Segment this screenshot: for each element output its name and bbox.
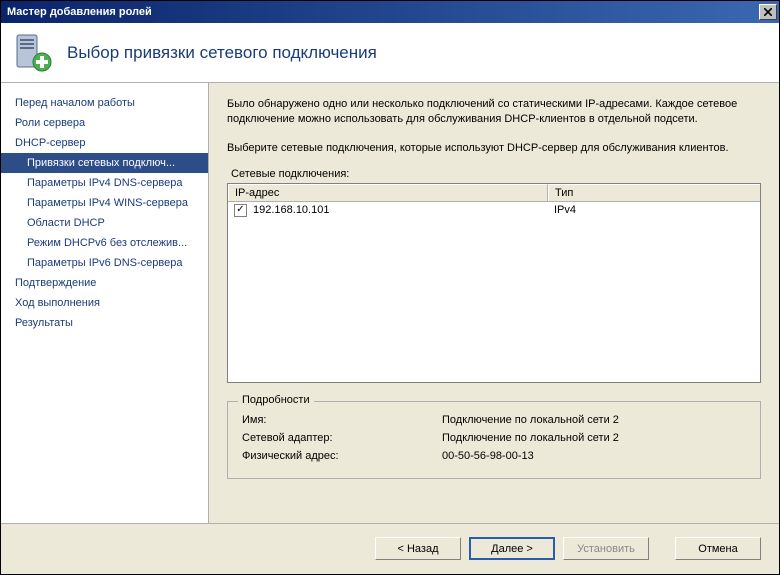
sidebar-item-1[interactable]: Роли сервера xyxy=(1,113,208,133)
sidebar-item-8[interactable]: Параметры IPv6 DNS-сервера xyxy=(1,253,208,273)
sidebar-item-7[interactable]: Режим DHCPv6 без отслежив... xyxy=(1,233,208,253)
install-button: Установить xyxy=(563,537,649,560)
connections-table: IP-адрес Тип ✓ 192.168.10.101 IPv4 xyxy=(227,183,761,383)
back-button[interactable]: < Назад xyxy=(375,537,461,560)
sidebar-item-0[interactable]: Перед началом работы xyxy=(1,93,208,113)
detail-row-name: Имя: Подключение по локальной сети 2 xyxy=(242,414,746,426)
detail-row-mac: Физический адрес: 00-50-56-98-00-13 xyxy=(242,450,746,462)
detail-mac-value: 00-50-56-98-00-13 xyxy=(442,450,746,462)
sidebar-item-5[interactable]: Параметры IPv4 WINS-сервера xyxy=(1,193,208,213)
close-button[interactable] xyxy=(759,4,777,20)
column-type[interactable]: Тип xyxy=(548,184,760,201)
connection-checkbox[interactable]: ✓ xyxy=(234,204,247,217)
page-title: Выбор привязки сетевого подключения xyxy=(67,43,377,63)
titlebar: Мастер добавления ролей xyxy=(1,1,779,23)
ip-value: 192.168.10.101 xyxy=(253,204,329,216)
table-header: IP-адрес Тип xyxy=(228,184,760,202)
details-legend: Подробности xyxy=(238,394,314,406)
detail-mac-label: Физический адрес: xyxy=(242,450,442,462)
wizard-header: Выбор привязки сетевого подключения xyxy=(1,23,779,83)
instruction-text: Выберите сетевые подключения, которые ис… xyxy=(227,142,761,154)
cell-ip: ✓ 192.168.10.101 xyxy=(234,204,554,217)
wizard-sidebar: Перед началом работыРоли сервераDHCP-сер… xyxy=(1,83,209,523)
button-bar: < Назад Далее > Установить Отмена xyxy=(1,523,779,573)
detail-name-value: Подключение по локальной сети 2 xyxy=(442,414,746,426)
close-icon xyxy=(764,8,772,16)
sidebar-item-3[interactable]: Привязки сетевых подключ... xyxy=(1,153,208,173)
detail-adapter-label: Сетевой адаптер: xyxy=(242,432,442,444)
next-button[interactable]: Далее > xyxy=(469,537,555,560)
detail-name-label: Имя: xyxy=(242,414,442,426)
detail-adapter-value: Подключение по локальной сети 2 xyxy=(442,432,746,444)
sidebar-item-10[interactable]: Ход выполнения xyxy=(1,293,208,313)
intro-text: Было обнаружено одно или несколько подкл… xyxy=(227,97,761,128)
sidebar-item-6[interactable]: Области DHCP xyxy=(1,213,208,233)
sidebar-item-9[interactable]: Подтверждение xyxy=(1,273,208,293)
window-title: Мастер добавления ролей xyxy=(7,6,759,18)
details-group: Подробности Имя: Подключение по локально… xyxy=(227,401,761,479)
sidebar-item-2[interactable]: DHCP-сервер xyxy=(1,133,208,153)
detail-row-adapter: Сетевой адаптер: Подключение по локально… xyxy=(242,432,746,444)
sidebar-item-11[interactable]: Результаты xyxy=(1,313,208,333)
main-panel: Было обнаружено одно или несколько подкл… xyxy=(209,83,779,523)
cell-type: IPv4 xyxy=(554,204,754,217)
table-row[interactable]: ✓ 192.168.10.101 IPv4 xyxy=(228,202,760,219)
content-area: Перед началом работыРоли сервераDHCP-сер… xyxy=(1,83,779,523)
cancel-button[interactable]: Отмена xyxy=(675,537,761,560)
server-add-icon xyxy=(11,31,55,75)
table-body: ✓ 192.168.10.101 IPv4 xyxy=(228,202,760,382)
sidebar-item-4[interactable]: Параметры IPv4 DNS-сервера xyxy=(1,173,208,193)
table-label: Сетевые подключения: xyxy=(231,168,761,180)
column-ip[interactable]: IP-адрес xyxy=(228,184,548,201)
